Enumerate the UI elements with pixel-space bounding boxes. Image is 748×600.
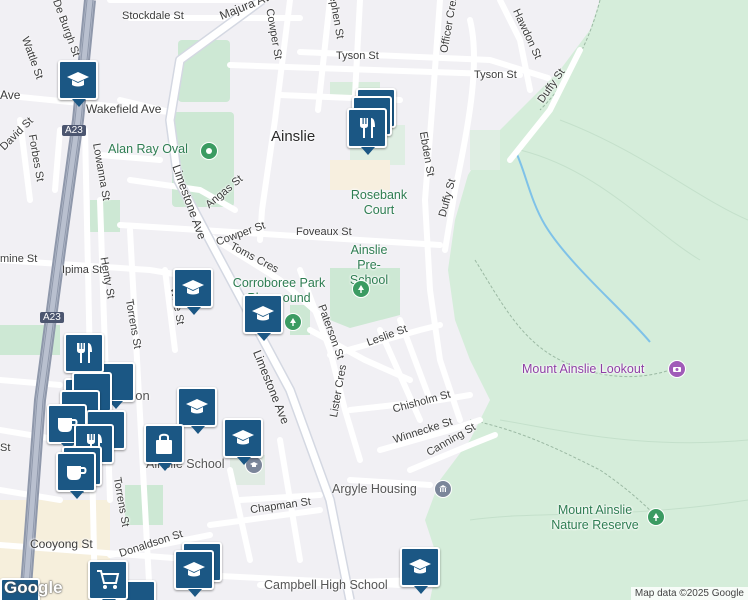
place-label-campbell-high: Campbell High School <box>264 578 388 592</box>
place-label-argyle-housing: Argyle Housing <box>332 482 417 496</box>
fork-knife-icon <box>360 118 375 138</box>
cafe-pin[interactable] <box>56 452 96 499</box>
place-label-ainslie-preschool: Ainslie Pre-School <box>349 243 389 287</box>
street-label-mine: mine St <box>0 253 38 265</box>
map-data-attribution[interactable]: Map data ©2025 Google <box>630 587 748 600</box>
google-logo[interactable]: Google <box>4 578 63 598</box>
coffee-cup-icon <box>67 466 87 480</box>
graduation-cap-icon <box>182 280 204 295</box>
graduation-cap-icon <box>67 72 89 87</box>
a23-shield: A23 <box>40 312 64 323</box>
street-label-foveaux: Foveaux St <box>296 226 352 238</box>
tree-marker-icon[interactable] <box>647 508 665 526</box>
school-pin[interactable] <box>177 387 217 434</box>
street-label-cooyong: Cooyong St <box>30 537 93 551</box>
shopping-cart-icon <box>97 570 120 589</box>
map-canvas[interactable]: A23 A23 Majura Ave Stockdale St De Burgh… <box>0 0 748 600</box>
school-pin[interactable] <box>223 418 263 465</box>
street-label-st: St <box>0 442 11 454</box>
camera-marker-icon[interactable] <box>668 360 686 378</box>
graduation-cap-icon <box>183 562 205 577</box>
school-pin[interactable] <box>173 268 213 315</box>
a23-shield: A23 <box>62 125 86 136</box>
tree-marker-icon[interactable] <box>284 313 302 331</box>
school-pin[interactable] <box>243 294 283 341</box>
graduation-cap-icon <box>232 430 254 445</box>
shopping-bag-icon <box>156 433 172 454</box>
place-label-alan-ray-oval: Alan Ray Oval <box>108 142 188 156</box>
street-label-tyson-1: Tyson St <box>336 50 379 62</box>
suburb-label-ainslie: Ainslie <box>271 128 316 145</box>
school-pin[interactable] <box>400 547 440 594</box>
fork-knife-icon <box>77 343 92 363</box>
government-building-marker-icon[interactable] <box>434 480 452 498</box>
school-pin[interactable] <box>174 550 214 597</box>
graduation-cap-icon <box>252 306 274 321</box>
park-marker-icon[interactable] <box>200 142 218 160</box>
grocery-pin[interactable] <box>88 560 128 600</box>
street-label-ave-cut: Ave <box>0 88 21 102</box>
school-pin[interactable] <box>58 60 98 107</box>
street-label-wakefield: Wakefield Ave <box>86 102 162 116</box>
street-label-stockdale: Stockdale St <box>122 10 184 22</box>
street-label-ipima: Ipima St <box>62 264 103 276</box>
restaurant-pin[interactable] <box>64 333 104 380</box>
graduation-cap-icon <box>186 399 208 414</box>
store-pin[interactable] <box>144 424 184 471</box>
place-label-rosebank-court: Rosebank Court <box>350 188 408 217</box>
graduation-cap-icon <box>409 559 431 574</box>
restaurant-pin[interactable] <box>347 108 387 155</box>
place-label-mount-ainslie-reserve: Mount Ainslie Nature Reserve <box>551 503 639 532</box>
tree-marker-icon[interactable] <box>352 280 370 298</box>
street-label-tyson-2: Tyson St <box>474 69 517 81</box>
place-label-mount-ainslie-lookout: Mount Ainslie Lookout <box>522 362 645 376</box>
